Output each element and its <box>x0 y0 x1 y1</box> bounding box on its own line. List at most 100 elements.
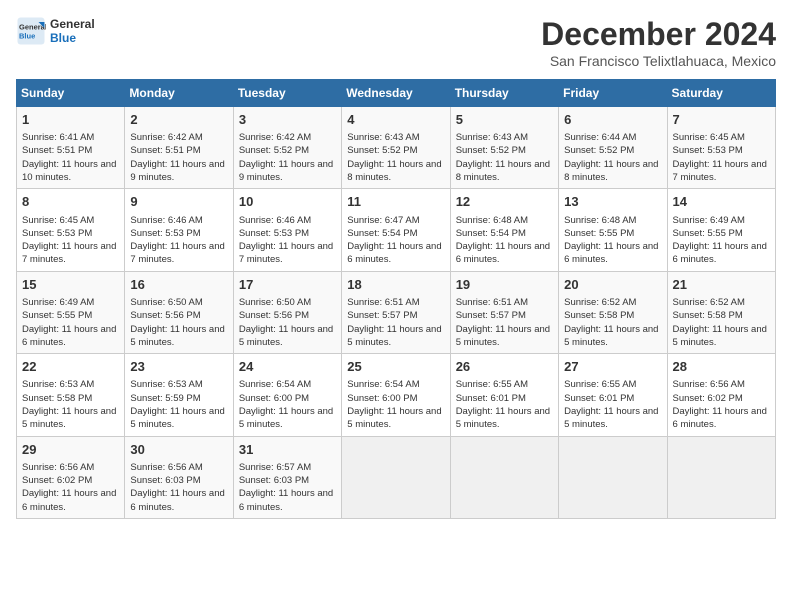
day-number: 14 <box>673 193 770 211</box>
day-number: 11 <box>347 193 444 211</box>
calendar-cell: 21 Sunrise: 6:52 AM Sunset: 5:58 PM Dayli… <box>667 271 775 353</box>
calendar-cell: 14Sunrise: 6:49 AM Sunset: 5:55 PM Dayli… <box>667 189 775 271</box>
calendar-week-5: 29 Sunrise: 6:56 AM Sunset: 6:02 PM Dayli… <box>17 436 776 518</box>
day-content: Sunrise: 6:42 AM Sunset: 5:51 PM Dayligh… <box>130 131 227 184</box>
day-number: 10 <box>239 193 336 211</box>
day-number: 3 <box>239 111 336 129</box>
calendar-cell: 22 Sunrise: 6:53 AM Sunset: 5:58 PM Dayli… <box>17 354 125 436</box>
day-content: Sunrise: 6:45 AM Sunset: 5:53 PM Dayligh… <box>673 131 770 184</box>
day-content: Sunrise: 6:50 AM Sunset: 5:56 PM Dayligh… <box>239 296 336 349</box>
calendar-cell: 3 Sunrise: 6:42 AM Sunset: 5:52 PM Daylig… <box>233 107 341 189</box>
day-number: 28 <box>673 358 770 376</box>
calendar-cell <box>559 436 667 518</box>
day-number: 31 <box>239 441 336 459</box>
calendar-cell: 5 Sunrise: 6:43 AM Sunset: 5:52 PM Daylig… <box>450 107 558 189</box>
calendar-cell: 25Sunrise: 6:54 AM Sunset: 6:00 PM Dayli… <box>342 354 450 436</box>
day-header-thursday: Thursday <box>450 80 558 107</box>
day-number: 21 <box>673 276 770 294</box>
calendar-cell <box>450 436 558 518</box>
calendar-cell: 2 Sunrise: 6:42 AM Sunset: 5:51 PM Daylig… <box>125 107 233 189</box>
day-number: 15 <box>22 276 119 294</box>
day-number: 22 <box>22 358 119 376</box>
day-number: 1 <box>22 111 119 129</box>
day-content: Sunrise: 6:46 AM Sunset: 5:53 PM Dayligh… <box>130 214 227 267</box>
calendar-cell <box>667 436 775 518</box>
day-header-monday: Monday <box>125 80 233 107</box>
day-content: Sunrise: 6:52 AM Sunset: 5:58 PM Dayligh… <box>673 296 770 349</box>
calendar-cell: 24 Sunrise: 6:54 AM Sunset: 6:00 PM Dayli… <box>233 354 341 436</box>
day-content: Sunrise: 6:48 AM Sunset: 5:55 PM Dayligh… <box>564 214 661 267</box>
day-content: Sunrise: 6:43 AM Sunset: 5:52 PM Dayligh… <box>456 131 553 184</box>
calendar-cell: 27Sunrise: 6:55 AM Sunset: 6:01 PM Dayli… <box>559 354 667 436</box>
day-header-friday: Friday <box>559 80 667 107</box>
day-number: 12 <box>456 193 553 211</box>
calendar-cell: 17 Sunrise: 6:50 AM Sunset: 5:56 PM Dayli… <box>233 271 341 353</box>
day-content: Sunrise: 6:54 AM Sunset: 6:00 PM Dayligh… <box>347 378 444 431</box>
logo-icon: General Blue <box>16 16 46 46</box>
day-number: 29 <box>22 441 119 459</box>
calendar-week-1: 1 Sunrise: 6:41 AM Sunset: 5:51 PM Daylig… <box>17 107 776 189</box>
day-content: Sunrise: 6:56 AM Sunset: 6:02 PM Dayligh… <box>22 461 119 514</box>
day-content: Sunrise: 6:56 AM Sunset: 6:02 PM Dayligh… <box>673 378 770 431</box>
day-content: Sunrise: 6:53 AM Sunset: 5:58 PM Dayligh… <box>22 378 119 431</box>
day-content: Sunrise: 6:51 AM Sunset: 5:57 PM Dayligh… <box>456 296 553 349</box>
day-content: Sunrise: 6:46 AM Sunset: 5:53 PM Dayligh… <box>239 214 336 267</box>
calendar-cell: 19 Sunrise: 6:51 AM Sunset: 5:57 PM Dayli… <box>450 271 558 353</box>
calendar-cell: 23 Sunrise: 6:53 AM Sunset: 5:59 PM Dayli… <box>125 354 233 436</box>
day-content: Sunrise: 6:50 AM Sunset: 5:56 PM Dayligh… <box>130 296 227 349</box>
calendar-cell: 30Sunrise: 6:56 AM Sunset: 6:03 PM Dayli… <box>125 436 233 518</box>
day-number: 24 <box>239 358 336 376</box>
day-number: 2 <box>130 111 227 129</box>
calendar-cell <box>342 436 450 518</box>
day-header-sunday: Sunday <box>17 80 125 107</box>
calendar-cell: 20 Sunrise: 6:52 AM Sunset: 5:58 PM Dayli… <box>559 271 667 353</box>
day-number: 23 <box>130 358 227 376</box>
calendar-cell: 7 Sunrise: 6:45 AM Sunset: 5:53 PM Daylig… <box>667 107 775 189</box>
logo-blue: Blue <box>50 31 95 45</box>
day-content: Sunrise: 6:42 AM Sunset: 5:52 PM Dayligh… <box>239 131 336 184</box>
calendar-cell: 8 Sunrise: 6:45 AM Sunset: 5:53 PM Daylig… <box>17 189 125 271</box>
day-number: 17 <box>239 276 336 294</box>
day-number: 5 <box>456 111 553 129</box>
day-content: Sunrise: 6:43 AM Sunset: 5:52 PM Dayligh… <box>347 131 444 184</box>
calendar-cell: 12Sunrise: 6:48 AM Sunset: 5:54 PM Dayli… <box>450 189 558 271</box>
title-area: December 2024 San Francisco Telixtlahuac… <box>541 16 776 69</box>
calendar-week-2: 8 Sunrise: 6:45 AM Sunset: 5:53 PM Daylig… <box>17 189 776 271</box>
logo-general: General <box>50 17 95 31</box>
calendar-cell: 29 Sunrise: 6:56 AM Sunset: 6:02 PM Dayli… <box>17 436 125 518</box>
day-number: 7 <box>673 111 770 129</box>
calendar-cell: 28 Sunrise: 6:56 AM Sunset: 6:02 PM Dayli… <box>667 354 775 436</box>
calendar-cell: 26Sunrise: 6:55 AM Sunset: 6:01 PM Dayli… <box>450 354 558 436</box>
day-content: Sunrise: 6:47 AM Sunset: 5:54 PM Dayligh… <box>347 214 444 267</box>
day-number: 9 <box>130 193 227 211</box>
day-number: 19 <box>456 276 553 294</box>
day-content: Sunrise: 6:49 AM Sunset: 5:55 PM Dayligh… <box>22 296 119 349</box>
day-content: Sunrise: 6:55 AM Sunset: 6:01 PM Dayligh… <box>456 378 553 431</box>
day-content: Sunrise: 6:53 AM Sunset: 5:59 PM Dayligh… <box>130 378 227 431</box>
calendar-cell: 13 Sunrise: 6:48 AM Sunset: 5:55 PM Dayli… <box>559 189 667 271</box>
day-content: Sunrise: 6:55 AM Sunset: 6:01 PM Dayligh… <box>564 378 661 431</box>
svg-text:Blue: Blue <box>19 32 35 41</box>
calendar-cell: 11 Sunrise: 6:47 AM Sunset: 5:54 PM Dayli… <box>342 189 450 271</box>
calendar-cell: 1 Sunrise: 6:41 AM Sunset: 5:51 PM Daylig… <box>17 107 125 189</box>
day-number: 18 <box>347 276 444 294</box>
day-content: Sunrise: 6:54 AM Sunset: 6:00 PM Dayligh… <box>239 378 336 431</box>
calendar-week-4: 22 Sunrise: 6:53 AM Sunset: 5:58 PM Dayli… <box>17 354 776 436</box>
day-number: 8 <box>22 193 119 211</box>
day-header-wednesday: Wednesday <box>342 80 450 107</box>
day-content: Sunrise: 6:41 AM Sunset: 5:51 PM Dayligh… <box>22 131 119 184</box>
day-content: Sunrise: 6:45 AM Sunset: 5:53 PM Dayligh… <box>22 214 119 267</box>
day-content: Sunrise: 6:57 AM Sunset: 6:03 PM Dayligh… <box>239 461 336 514</box>
day-content: Sunrise: 6:52 AM Sunset: 5:58 PM Dayligh… <box>564 296 661 349</box>
header-row: SundayMondayTuesdayWednesdayThursdayFrid… <box>17 80 776 107</box>
day-number: 13 <box>564 193 661 211</box>
day-header-tuesday: Tuesday <box>233 80 341 107</box>
calendar-cell: 16Sunrise: 6:50 AM Sunset: 5:56 PM Dayli… <box>125 271 233 353</box>
calendar-cell: 10 Sunrise: 6:46 AM Sunset: 5:53 PM Dayli… <box>233 189 341 271</box>
day-number: 20 <box>564 276 661 294</box>
calendar-cell: 15 Sunrise: 6:49 AM Sunset: 5:55 PM Dayli… <box>17 271 125 353</box>
day-content: Sunrise: 6:56 AM Sunset: 6:03 PM Dayligh… <box>130 461 227 514</box>
calendar-cell: 6Sunrise: 6:44 AM Sunset: 5:52 PM Daylig… <box>559 107 667 189</box>
calendar-cell: 31 Sunrise: 6:57 AM Sunset: 6:03 PM Dayli… <box>233 436 341 518</box>
calendar-cell: 4Sunrise: 6:43 AM Sunset: 5:52 PM Daylig… <box>342 107 450 189</box>
